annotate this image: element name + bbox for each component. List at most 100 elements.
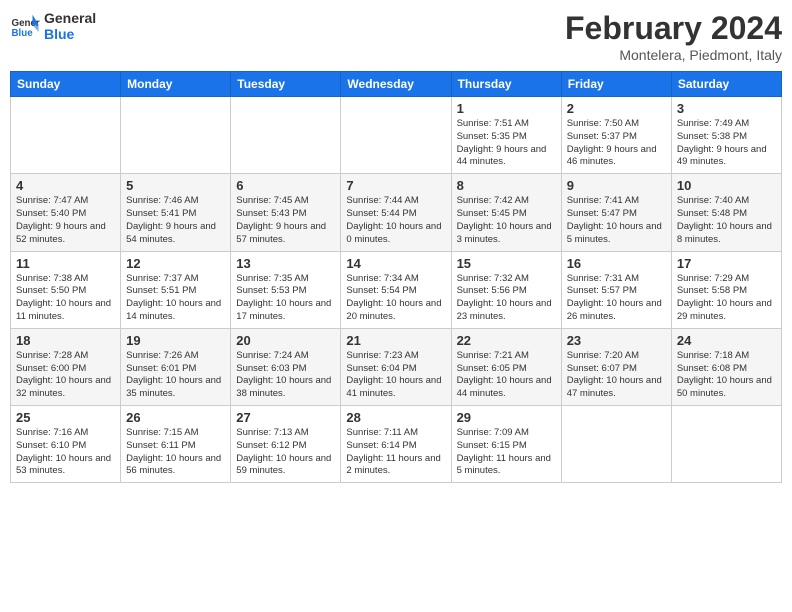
logo-text-general: General <box>44 10 96 26</box>
day-number: 20 <box>236 333 335 348</box>
day-number: 23 <box>567 333 666 348</box>
logo-icon: General Blue <box>10 11 40 41</box>
table-row: 28 Sunrise: 7:11 AM Sunset: 6:14 PM Dayli… <box>341 406 451 483</box>
table-row: 24Sunrise: 7:18 AM Sunset: 6:08 PM Dayli… <box>671 328 781 405</box>
table-row <box>671 406 781 483</box>
day-info: Sunrise: 7:26 AM Sunset: 6:01 PM Dayligh… <box>126 350 225 401</box>
day-info: Sunrise: 7:09 AM Sunset: 6:15 PM Dayligh… <box>457 427 556 478</box>
page-header: General Blue General Blue February 2024 … <box>10 10 782 63</box>
day-info: Sunrise: 7:21 AM Sunset: 6:05 PM Dayligh… <box>457 350 556 401</box>
table-row: 18 Sunrise: 7:28 AM Sunset: 6:00 PM Dayli… <box>11 328 121 405</box>
calendar-header-row: Sunday Monday Tuesday Wednesday Thursday… <box>11 72 782 97</box>
table-row: 25 Sunrise: 7:16 AM Sunset: 6:10 PM Dayli… <box>11 406 121 483</box>
day-number: 25 <box>16 410 115 425</box>
table-row: 2 Sunrise: 7:50 AM Sunset: 5:37 PM Daylig… <box>561 97 671 174</box>
day-info: Sunrise: 7:31 AM Sunset: 5:57 PM Dayligh… <box>567 273 666 324</box>
day-number: 17 <box>677 256 776 271</box>
day-info: Sunrise: 7:44 AM Sunset: 5:44 PM Dayligh… <box>346 195 445 246</box>
table-row <box>341 97 451 174</box>
day-info: Sunrise: 7:50 AM Sunset: 5:37 PM Dayligh… <box>567 118 666 169</box>
logo-text-blue: Blue <box>44 26 96 42</box>
day-info: Sunrise: 7:29 AM Sunset: 5:58 PM Dayligh… <box>677 273 776 324</box>
calendar-week-4: 18 Sunrise: 7:28 AM Sunset: 6:00 PM Dayli… <box>11 328 782 405</box>
day-info: Sunrise: 7:16 AM Sunset: 6:10 PM Dayligh… <box>16 427 115 478</box>
calendar-subtitle: Montelera, Piedmont, Italy <box>565 47 782 63</box>
calendar-title: February 2024 <box>565 10 782 47</box>
day-info: Sunrise: 7:11 AM Sunset: 6:14 PM Dayligh… <box>346 427 445 478</box>
table-row: 1Sunrise: 7:51 AM Sunset: 5:35 PM Daylig… <box>451 97 561 174</box>
day-number: 15 <box>457 256 556 271</box>
day-info: Sunrise: 7:47 AM Sunset: 5:40 PM Dayligh… <box>16 195 115 246</box>
day-info: Sunrise: 7:13 AM Sunset: 6:12 PM Dayligh… <box>236 427 335 478</box>
table-row: 12Sunrise: 7:37 AM Sunset: 5:51 PM Dayli… <box>121 251 231 328</box>
day-number: 16 <box>567 256 666 271</box>
col-monday: Monday <box>121 72 231 97</box>
calendar-week-5: 25 Sunrise: 7:16 AM Sunset: 6:10 PM Dayli… <box>11 406 782 483</box>
table-row: 10 Sunrise: 7:40 AM Sunset: 5:48 PM Dayli… <box>671 174 781 251</box>
table-row: 23 Sunrise: 7:20 AM Sunset: 6:07 PM Dayli… <box>561 328 671 405</box>
day-info: Sunrise: 7:34 AM Sunset: 5:54 PM Dayligh… <box>346 273 445 324</box>
calendar-table: Sunday Monday Tuesday Wednesday Thursday… <box>10 71 782 483</box>
table-row: 3 Sunrise: 7:49 AM Sunset: 5:38 PM Daylig… <box>671 97 781 174</box>
table-row: 4Sunrise: 7:47 AM Sunset: 5:40 PM Daylig… <box>11 174 121 251</box>
table-row: 6 Sunrise: 7:45 AM Sunset: 5:43 PM Daylig… <box>231 174 341 251</box>
table-row: 21Sunrise: 7:23 AM Sunset: 6:04 PM Dayli… <box>341 328 451 405</box>
table-row: 17 Sunrise: 7:29 AM Sunset: 5:58 PM Dayli… <box>671 251 781 328</box>
day-number: 14 <box>346 256 445 271</box>
day-number: 3 <box>677 101 776 116</box>
day-number: 28 <box>346 410 445 425</box>
day-number: 29 <box>457 410 556 425</box>
table-row: 20 Sunrise: 7:24 AM Sunset: 6:03 PM Dayli… <box>231 328 341 405</box>
day-info: Sunrise: 7:18 AM Sunset: 6:08 PM Dayligh… <box>677 350 776 401</box>
table-row: 27 Sunrise: 7:13 AM Sunset: 6:12 PM Dayli… <box>231 406 341 483</box>
table-row <box>231 97 341 174</box>
day-number: 5 <box>126 178 225 193</box>
table-row: 16 Sunrise: 7:31 AM Sunset: 5:57 PM Dayli… <box>561 251 671 328</box>
calendar-week-1: 1Sunrise: 7:51 AM Sunset: 5:35 PM Daylig… <box>11 97 782 174</box>
calendar-week-2: 4Sunrise: 7:47 AM Sunset: 5:40 PM Daylig… <box>11 174 782 251</box>
table-row: 5 Sunrise: 7:46 AM Sunset: 5:41 PM Daylig… <box>121 174 231 251</box>
table-row: 8 Sunrise: 7:42 AM Sunset: 5:45 PM Daylig… <box>451 174 561 251</box>
day-info: Sunrise: 7:24 AM Sunset: 6:03 PM Dayligh… <box>236 350 335 401</box>
day-number: 8 <box>457 178 556 193</box>
table-row: 13 Sunrise: 7:35 AM Sunset: 5:53 PM Dayli… <box>231 251 341 328</box>
day-info: Sunrise: 7:35 AM Sunset: 5:53 PM Dayligh… <box>236 273 335 324</box>
day-info: Sunrise: 7:42 AM Sunset: 5:45 PM Dayligh… <box>457 195 556 246</box>
table-row <box>121 97 231 174</box>
day-number: 2 <box>567 101 666 116</box>
day-info: Sunrise: 7:41 AM Sunset: 5:47 PM Dayligh… <box>567 195 666 246</box>
day-number: 27 <box>236 410 335 425</box>
day-number: 21 <box>346 333 445 348</box>
day-info: Sunrise: 7:45 AM Sunset: 5:43 PM Dayligh… <box>236 195 335 246</box>
table-row: 22 Sunrise: 7:21 AM Sunset: 6:05 PM Dayli… <box>451 328 561 405</box>
day-info: Sunrise: 7:20 AM Sunset: 6:07 PM Dayligh… <box>567 350 666 401</box>
day-number: 6 <box>236 178 335 193</box>
col-thursday: Thursday <box>451 72 561 97</box>
table-row: 15 Sunrise: 7:32 AM Sunset: 5:56 PM Dayli… <box>451 251 561 328</box>
day-info: Sunrise: 7:51 AM Sunset: 5:35 PM Dayligh… <box>457 118 556 169</box>
table-row: 26Sunrise: 7:15 AM Sunset: 6:11 PM Dayli… <box>121 406 231 483</box>
day-info: Sunrise: 7:49 AM Sunset: 5:38 PM Dayligh… <box>677 118 776 169</box>
day-number: 13 <box>236 256 335 271</box>
day-number: 18 <box>16 333 115 348</box>
day-info: Sunrise: 7:37 AM Sunset: 5:51 PM Dayligh… <box>126 273 225 324</box>
col-friday: Friday <box>561 72 671 97</box>
day-info: Sunrise: 7:38 AM Sunset: 5:50 PM Dayligh… <box>16 273 115 324</box>
day-number: 7 <box>346 178 445 193</box>
day-info: Sunrise: 7:32 AM Sunset: 5:56 PM Dayligh… <box>457 273 556 324</box>
day-number: 19 <box>126 333 225 348</box>
svg-text:Blue: Blue <box>12 28 34 39</box>
table-row <box>11 97 121 174</box>
col-sunday: Sunday <box>11 72 121 97</box>
table-row: 19 Sunrise: 7:26 AM Sunset: 6:01 PM Dayli… <box>121 328 231 405</box>
table-row: 7 Sunrise: 7:44 AM Sunset: 5:44 PM Daylig… <box>341 174 451 251</box>
day-info: Sunrise: 7:28 AM Sunset: 6:00 PM Dayligh… <box>16 350 115 401</box>
col-tuesday: Tuesday <box>231 72 341 97</box>
day-number: 22 <box>457 333 556 348</box>
day-number: 10 <box>677 178 776 193</box>
day-info: Sunrise: 7:46 AM Sunset: 5:41 PM Dayligh… <box>126 195 225 246</box>
day-info: Sunrise: 7:40 AM Sunset: 5:48 PM Dayligh… <box>677 195 776 246</box>
day-number: 11 <box>16 256 115 271</box>
col-saturday: Saturday <box>671 72 781 97</box>
day-info: Sunrise: 7:15 AM Sunset: 6:11 PM Dayligh… <box>126 427 225 478</box>
